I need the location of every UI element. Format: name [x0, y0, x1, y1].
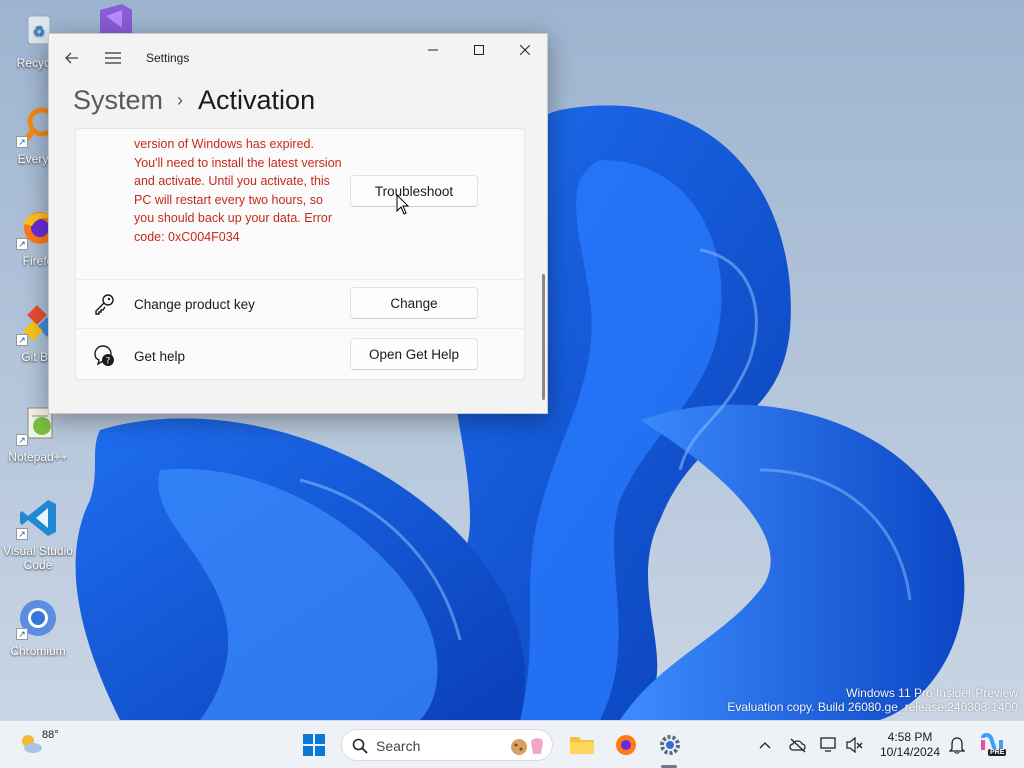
network-icon [820, 737, 836, 752]
shortcut-arrow-icon: ↗ [16, 136, 28, 148]
weather-icon [22, 735, 42, 753]
folder-icon [570, 737, 594, 754]
close-icon [520, 45, 530, 55]
volume-tray-button[interactable] [844, 721, 866, 768]
windows-logo-icon [303, 734, 325, 756]
network-tray-button[interactable] [818, 721, 840, 768]
bell-icon [949, 737, 965, 754]
change-product-key-label: Change product key [134, 297, 255, 312]
search-placeholder: Search [376, 738, 421, 754]
cloud-offline-icon [789, 738, 806, 753]
taskbar-clock[interactable]: 4:58 PM 10/14/2024 [872, 730, 948, 760]
svg-text:♻: ♻ [33, 23, 46, 39]
svg-text:?: ? [106, 357, 111, 367]
firefox-taskbar-button[interactable] [609, 721, 643, 768]
shortcut-arrow-icon: ↗ [16, 528, 28, 540]
vscode-icon: ↗ [16, 496, 60, 540]
shortcut-arrow-icon: ↗ [16, 238, 28, 250]
desktop-icon-vscode[interactable]: ↗ Visual Studio Code [2, 496, 74, 572]
settings-taskbar-button[interactable] [653, 721, 687, 768]
hamburger-menu-icon [105, 52, 121, 64]
app-title: Settings [146, 51, 190, 65]
scrollbar-thumb[interactable] [542, 274, 545, 400]
breadcrumb-system[interactable]: System [73, 85, 163, 116]
title-bar[interactable]: Settings [49, 34, 547, 82]
speaker-muted-icon [846, 737, 863, 753]
minimize-button[interactable] [410, 34, 456, 66]
get-help-label: Get help [134, 349, 186, 364]
breadcrumb-chevron-icon: › [177, 89, 184, 110]
firefox-icon [616, 735, 636, 755]
weather-temperature: 88° [42, 729, 59, 741]
row-divider [76, 328, 524, 329]
maximize-icon [474, 45, 484, 55]
back-button[interactable] [58, 44, 86, 72]
row-divider [76, 279, 524, 280]
desktop-icon-label: Visual Studio Code [3, 544, 73, 572]
copilot-button[interactable]: PRE [978, 721, 1007, 768]
desktop-icon-chromium[interactable]: ↗ Chromium [2, 596, 74, 658]
minimize-icon [428, 49, 438, 51]
file-explorer-button[interactable] [565, 721, 599, 768]
troubleshoot-button[interactable]: Troubleshoot [350, 175, 478, 207]
mouse-cursor-icon [396, 194, 410, 215]
page-title: Activation [198, 84, 316, 115]
weather-widget[interactable]: 88° [10, 721, 70, 768]
watermark-line-2: Evaluation copy. Build 26080.ge_release.… [727, 700, 1018, 714]
clock-date: 10/14/2024 [879, 745, 941, 759]
maximize-button[interactable] [456, 34, 502, 66]
evaluation-watermark: Windows 11 Pro Insider Preview Evaluatio… [727, 686, 1018, 714]
search-highlight-icon [511, 738, 543, 755]
taskbar-search-box[interactable]: Search [341, 729, 553, 761]
clock-time: 4:58 PM [887, 730, 933, 744]
help-icon: ? [94, 345, 114, 367]
start-button[interactable] [298, 721, 330, 768]
shortcut-arrow-icon: ↗ [16, 334, 28, 346]
copilot-pre-badge: PRE [988, 749, 1007, 756]
key-icon [95, 294, 114, 315]
notifications-button[interactable] [946, 721, 968, 768]
desktop-icon-label: Chromium [10, 644, 66, 658]
open-get-help-button[interactable]: Open Get Help [350, 338, 478, 370]
gear-icon [660, 735, 680, 755]
desktop-icon-label: Notepad++ [8, 450, 68, 464]
back-arrow-icon [65, 52, 78, 64]
shortcut-arrow-icon: ↗ [16, 628, 28, 640]
shortcut-arrow-icon: ↗ [16, 434, 28, 446]
change-product-key-button[interactable]: Change [350, 287, 478, 319]
chromium-icon: ↗ [16, 596, 60, 640]
navigation-menu-button[interactable] [99, 44, 127, 72]
breadcrumb: System › Activation [73, 80, 315, 120]
activation-card: version of Windows has expired. You'll n… [75, 128, 525, 380]
search-icon [352, 738, 368, 754]
activation-error-message: version of Windows has expired. You'll n… [134, 137, 342, 244]
watermark-line-1: Windows 11 Pro Insider Preview [846, 686, 1018, 700]
show-hidden-icons-button[interactable] [754, 721, 776, 768]
settings-window: Settings System › Activation version of … [48, 33, 548, 414]
onedrive-tray-button[interactable] [786, 721, 810, 768]
taskbar: 88° Search 4:58 PM 10/14/2024 PRE [0, 720, 1024, 768]
close-button[interactable] [502, 34, 548, 66]
chevron-up-icon [759, 742, 771, 749]
